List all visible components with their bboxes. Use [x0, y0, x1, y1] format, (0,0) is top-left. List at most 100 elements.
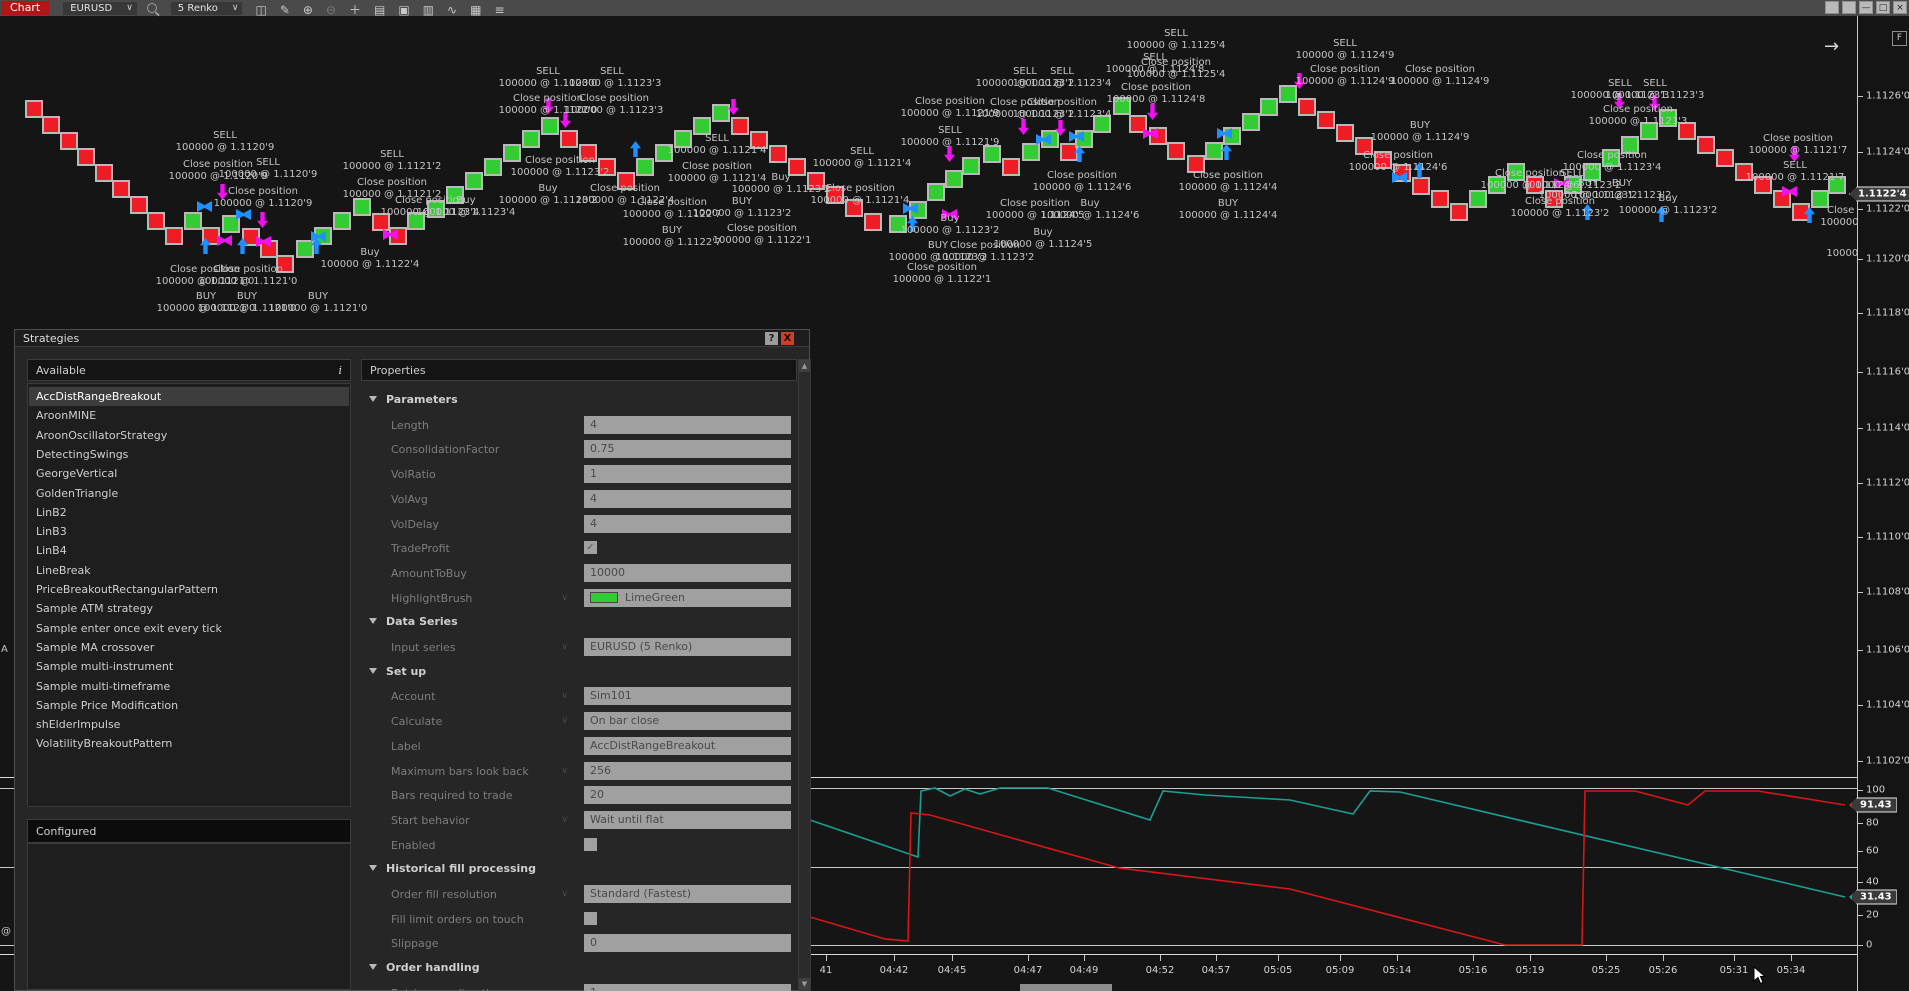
section-collapse-icon[interactable]	[369, 964, 377, 971]
strategy-list-item[interactable]: shElderImpulse	[29, 715, 349, 734]
window-split-icon[interactable]: ▣	[398, 3, 409, 17]
property-row: Historical fill processing	[361, 858, 797, 882]
search-icon[interactable]	[146, 3, 157, 13]
strategy-list-item[interactable]: Sample MA crossover	[29, 638, 349, 657]
close-icon[interactable]: X	[781, 332, 794, 345]
time-tick-label: 05:05	[1263, 965, 1293, 976]
property-row: HighlightBrush LimeGreen ∨	[361, 587, 797, 611]
available-strategy-list[interactable]: AccDistRangeBreakout AroonMINE AroonOscill…	[27, 383, 351, 807]
chart-menu-button[interactable]: Chart	[1, 1, 50, 15]
instrument-dropdown[interactable]: EURUSD ∨	[63, 1, 137, 15]
property-dropdown[interactable]: EURUSD (5 Renko)	[584, 638, 791, 656]
scroll-down-icon[interactable]: ▼	[799, 978, 810, 990]
strategy-list-item[interactable]: LineBreak	[29, 561, 349, 580]
bar-chart-icon[interactable]: ▥	[423, 3, 434, 17]
strategy-list-item[interactable]: AroonOscillatorStrategy	[29, 426, 349, 445]
property-input[interactable]: 20	[584, 786, 791, 805]
section-collapse-icon[interactable]	[369, 667, 377, 674]
property-dropdown[interactable]: On bar close	[584, 712, 791, 731]
go-to-latest-arrow-icon[interactable]: →	[1824, 36, 1839, 57]
price-axis[interactable]: 1.1126'0 1.1124'0 1.1122'0 1.1120'0 1.1118'0…	[1849, 16, 1909, 991]
property-input[interactable]: 4	[584, 489, 791, 508]
indicator-tick	[1858, 945, 1863, 946]
property-checkbox[interactable]: ✓	[584, 541, 597, 555]
time-tick-label: 41	[819, 965, 833, 976]
pencil-draw-icon[interactable]: ✎	[280, 3, 290, 17]
strategy-list-item[interactable]: LinB4	[29, 541, 349, 560]
time-tick	[1530, 955, 1531, 961]
chart-style-icon[interactable]: ◫	[255, 3, 266, 17]
restore-button[interactable]: □	[1876, 1, 1890, 14]
indicator-tick	[1858, 915, 1863, 916]
strategy-list-item[interactable]: AroonMINE	[29, 406, 349, 425]
section-collapse-icon[interactable]	[369, 618, 377, 625]
strategy-list-item[interactable]: Sample multi-instrument	[29, 657, 349, 676]
strategy-list-item[interactable]: LinB2	[29, 503, 349, 522]
strategy-list-item[interactable]: PriceBreakoutRectangularPattern	[29, 580, 349, 599]
properties-scrollbar[interactable]: ▲ ▼	[798, 359, 811, 991]
strategy-list-item[interactable]: Sample Price Modification	[29, 696, 349, 715]
price-tick-label: 1.1114'0	[1866, 422, 1909, 434]
close-button[interactable]: ×	[1893, 1, 1907, 14]
section-label: Set up	[386, 664, 427, 678]
time-tick-label: 04:49	[1069, 965, 1099, 976]
data-box-icon[interactable]: ▤	[374, 3, 385, 17]
time-tick	[1160, 955, 1161, 961]
property-row: Enabled	[361, 834, 797, 858]
scroll-up-icon[interactable]: ▲	[799, 360, 810, 372]
property-input[interactable]: 10000	[584, 563, 791, 582]
indicator-tick	[1858, 823, 1863, 824]
property-label: Order fill resolution	[391, 888, 497, 901]
help-button[interactable]: ?	[765, 332, 778, 345]
property-input[interactable]: 4	[584, 415, 791, 434]
available-header-label: Available	[36, 363, 86, 377]
property-dropdown[interactable]: Standard (Fastest)	[584, 885, 791, 903]
zoom-in-icon[interactable]: ⊕	[303, 3, 313, 17]
line-chart-icon[interactable]: ∿	[447, 3, 457, 17]
property-dropdown[interactable]: Sim101	[584, 687, 791, 706]
strategy-list-item[interactable]: AccDistRangeBreakout	[29, 387, 349, 406]
crosshair-icon[interactable]: ＋	[349, 3, 361, 17]
fixed-scale-button[interactable]: F	[1892, 31, 1907, 46]
property-dropdown[interactable]: 256	[584, 761, 791, 780]
price-tick	[1858, 592, 1863, 593]
price-tick	[1858, 483, 1863, 484]
list-icon[interactable]: ≡	[494, 3, 504, 17]
strategy-list-item[interactable]: Sample enter once exit every tick	[29, 619, 349, 638]
property-input[interactable]: 0	[584, 934, 791, 953]
configured-strategy-list[interactable]	[27, 843, 351, 990]
clipboard-chart-icon[interactable]: ▦	[470, 3, 481, 17]
property-input[interactable]: 0.75	[584, 440, 791, 459]
zoom-out-icon[interactable]: ⊖	[326, 3, 336, 17]
strategy-list-item[interactable]: Sample ATM strategy	[29, 599, 349, 618]
section-collapse-icon[interactable]	[369, 865, 377, 872]
info-icon[interactable]: i	[338, 364, 342, 377]
strategy-list-item[interactable]: DetectingSwings	[29, 445, 349, 464]
indicator-tick-label: 80	[1866, 817, 1879, 829]
strategy-list-item[interactable]: Sample multi-timeframe	[29, 677, 349, 696]
price-tick	[1858, 152, 1863, 153]
price-tick-label: 1.1116'0	[1866, 366, 1909, 378]
horizontal-scrollbar-thumb[interactable]	[1020, 984, 1112, 991]
strategy-list-item[interactable]: GoldenTriangle	[29, 484, 349, 503]
strategy-list-item[interactable]: VolatilityBreakoutPattern	[29, 734, 349, 753]
strategy-list-item[interactable]: LinB3	[29, 522, 349, 541]
property-input[interactable]: 1	[584, 983, 791, 991]
property-checkbox[interactable]	[584, 911, 597, 925]
property-checkbox[interactable]	[584, 837, 597, 851]
strategy-list-item[interactable]: GeorgeVertical	[29, 464, 349, 483]
minimize-button[interactable]: —	[1859, 1, 1873, 14]
window-tab-button[interactable]	[1825, 1, 1839, 14]
interval-dropdown[interactable]: 5 Renko ∨	[170, 1, 243, 15]
indicator-tick-label: 0	[1866, 939, 1873, 951]
section-collapse-icon[interactable]	[369, 396, 377, 402]
property-dropdown[interactable]: LimeGreen	[584, 588, 791, 607]
time-tick-label: 04:47	[1013, 965, 1043, 976]
property-row: Order handling	[361, 957, 797, 981]
property-dropdown[interactable]: Wait until flat	[584, 810, 791, 829]
property-input[interactable]: 1	[584, 465, 791, 484]
property-input[interactable]: AccDistRangeBreakout	[584, 736, 791, 755]
dialog-title[interactable]: Strategies	[15, 330, 809, 347]
property-input[interactable]: 4	[584, 514, 791, 533]
window-tab2-button[interactable]	[1842, 1, 1856, 14]
